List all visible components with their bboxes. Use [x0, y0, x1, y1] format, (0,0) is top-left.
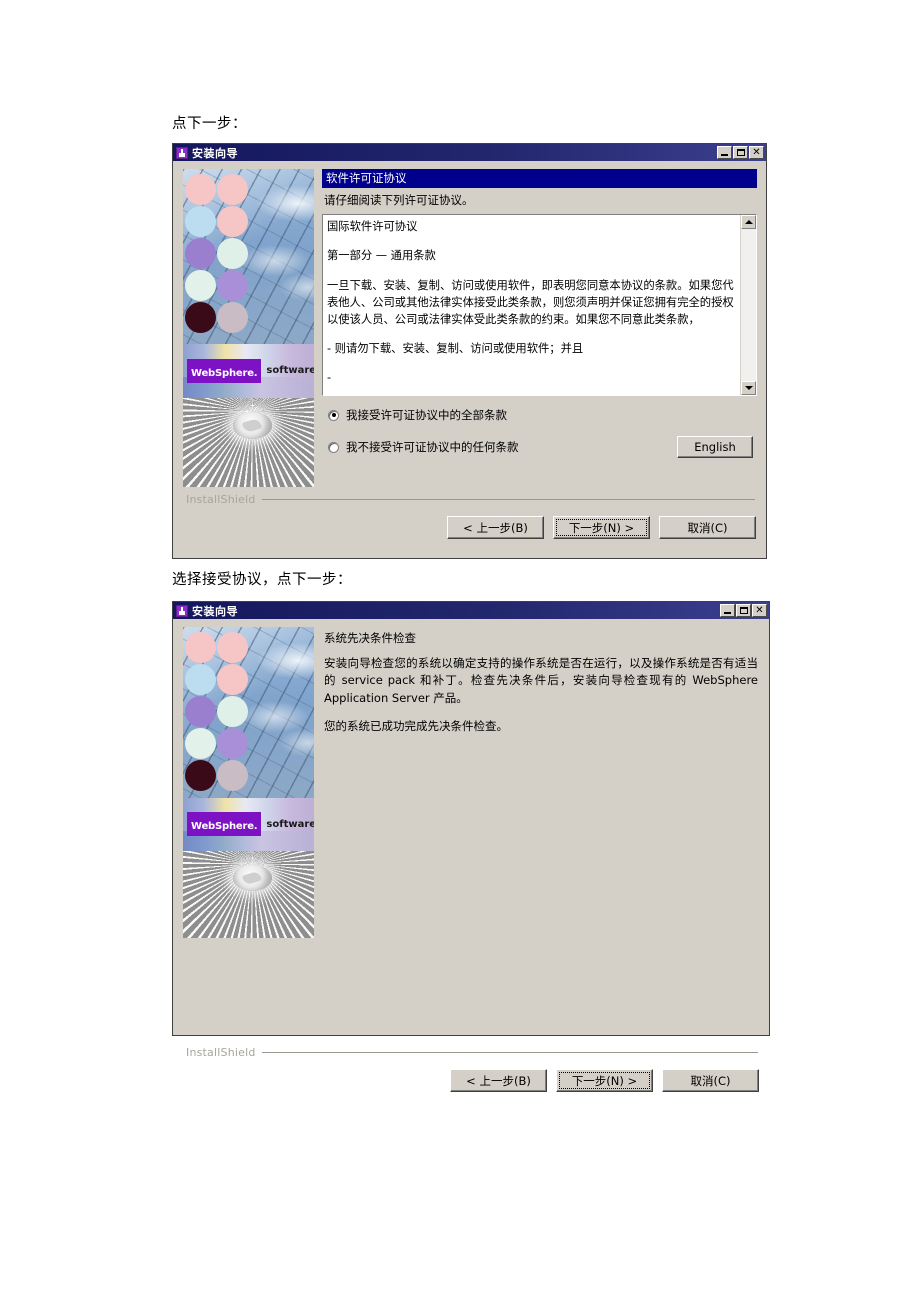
websphere-logo-text: WebSphere. [191, 821, 258, 833]
scroll-track[interactable] [741, 229, 756, 382]
license-nav-buttons: < 上一步(B) 下一步(N) > 取消(C) [183, 516, 757, 539]
websphere-software-text: software [266, 818, 314, 830]
maximize-button[interactable] [733, 146, 748, 159]
footer-divider [261, 499, 755, 500]
prereq-dialog-titlebar: 安装向导 ✕ [173, 602, 769, 619]
websphere-banner: WebSphere. software [183, 627, 314, 938]
installer-icon [176, 146, 188, 159]
radio-accept-license[interactable]: 我接受许可证协议中的全部条款 [328, 406, 757, 424]
prereq-dialog-title: 安装向导 [192, 604, 238, 618]
next-button[interactable]: 下一步(N) > [556, 1069, 653, 1092]
license-pane-subtitle: 请仔细阅读下列许可证协议。 [324, 193, 474, 208]
maximize-button[interactable] [736, 604, 751, 617]
banner-dot-grid [185, 632, 249, 792]
license-pane-header: 软件许可证协议 [322, 169, 757, 189]
prereq-heading: 系统先决条件检查 [324, 631, 416, 645]
cancel-button[interactable]: 取消(C) [662, 1069, 759, 1092]
radio-decline-license[interactable]: 我不接受许可证协议中的任何条款 [328, 438, 519, 456]
prereq-nav-buttons: < 上一步(B) 下一步(N) > 取消(C) [183, 1069, 760, 1092]
banner-starburst [183, 850, 314, 938]
websphere-logo-chip: WebSphere. [187, 358, 262, 383]
license-paragraph: 一旦下载、安装、复制、访问或使用软件，即表明您同意本协议的条款。如果您代表他人、… [327, 278, 734, 326]
license-scrollbar[interactable] [740, 215, 756, 396]
license-paragraph: - 则请勿下载、安装、复制、访问或使用软件；并且 [327, 342, 584, 356]
scroll-down-button[interactable] [741, 381, 756, 396]
footer-divider [261, 1052, 758, 1053]
banner-dot-grid [185, 174, 249, 334]
websphere-logo-band: WebSphere. software [183, 343, 314, 398]
minimize-button[interactable] [720, 604, 735, 617]
prereq-pane: 系统先决条件检查 安装向导检查您的系统以确定支持的操作系统是否在运行，以及操作系… [322, 627, 760, 746]
installshield-footer: InstallShield [186, 1046, 760, 1059]
arrow-down-icon [744, 386, 753, 391]
window-controls: ✕ [720, 604, 767, 617]
websphere-logo-text: WebSphere. [191, 367, 258, 379]
installshield-label: InstallShield [186, 493, 256, 506]
websphere-software-text: software [266, 365, 314, 377]
close-button[interactable]: ✕ [749, 146, 764, 159]
license-text-box[interactable]: 国际软件许可协议 第一部分 — 通用条款 一旦下载、安装、复制、访问或使用软件，… [321, 213, 758, 398]
license-dialog-titlebar: 安装向导 ✕ [173, 144, 766, 161]
radio-accept-label: 我接受许可证协议中的全部条款 [346, 408, 507, 423]
license-dialog-body: WebSphere. software 软件许可证协议 请仔细阅读下列许可证协议… [173, 161, 766, 558]
caption-step-next: 点下一步： [172, 116, 247, 132]
scroll-up-button[interactable] [741, 215, 756, 230]
license-agreement-dialog: 安装向导 ✕ WebSphere. software 软件许可证协议 请仔细阅读… [172, 143, 767, 559]
installshield-label: InstallShield [186, 1046, 256, 1059]
license-paragraph: 第一部分 — 通用条款 [327, 249, 436, 263]
arrow-up-icon [744, 220, 753, 225]
banner-starburst [183, 397, 314, 487]
prereq-description: 安装向导检查您的系统以确定支持的操作系统是否在运行，以及操作系统是否有适当的 s… [324, 656, 758, 705]
close-button[interactable]: ✕ [752, 604, 767, 617]
radio-accept-indicator[interactable] [328, 409, 339, 421]
license-dialog-title: 安装向导 [192, 146, 238, 160]
license-paragraph: 国际软件许可协议 [327, 220, 418, 234]
license-paragraph: - [327, 371, 332, 385]
back-button[interactable]: < 上一步(B) [450, 1069, 547, 1092]
websphere-logo-band: WebSphere. software [183, 798, 314, 851]
websphere-banner: WebSphere. software [183, 169, 314, 487]
license-choice-group: 我接受许可证协议中的全部条款 我不接受许可证协议中的任何条款 English [328, 406, 757, 459]
english-language-button[interactable]: English [677, 436, 753, 459]
next-button[interactable]: 下一步(N) > [553, 516, 650, 539]
installshield-footer: InstallShield [186, 493, 757, 506]
window-controls: ✕ [717, 146, 764, 159]
minimize-button[interactable] [717, 146, 732, 159]
prereq-result-message: 您的系统已成功完成先决条件检查。 [324, 718, 508, 733]
license-pane: 软件许可证协议 请仔细阅读下列许可证协议。 国际软件许可协议 第一部分 — 通用… [321, 169, 758, 459]
prereq-dialog-body: WebSphere. software 系统先决条件检查 安装向导检查您的系统以… [173, 619, 769, 1092]
cancel-button[interactable]: 取消(C) [659, 516, 756, 539]
installer-icon [176, 604, 188, 617]
license-text-content: 国际软件许可协议 第一部分 — 通用条款 一旦下载、安装、复制、访问或使用软件，… [323, 215, 740, 395]
radio-decline-label: 我不接受许可证协议中的任何条款 [346, 440, 519, 455]
back-button[interactable]: < 上一步(B) [447, 516, 544, 539]
prerequisites-check-dialog: 安装向导 ✕ WebSphere. software 系统先决条件检查 安装向导… [172, 601, 770, 1092]
radio-decline-indicator[interactable] [328, 441, 339, 453]
websphere-logo-chip: WebSphere. [187, 812, 262, 837]
caption-accept-agreement: 选择接受协议，点下一步： [172, 572, 352, 588]
